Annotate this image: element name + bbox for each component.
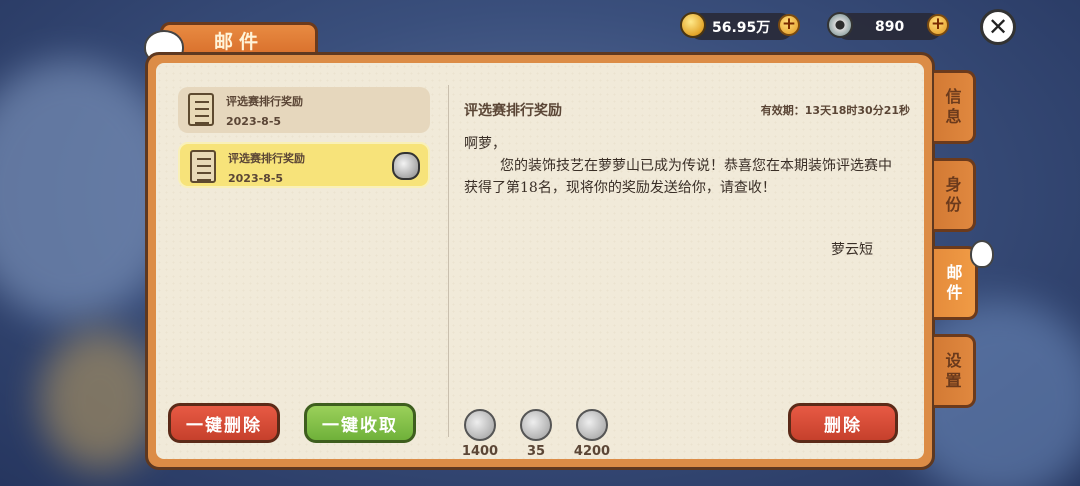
background-blob (40, 330, 160, 470)
radish-mascot-icon (970, 240, 994, 268)
mail-list-item[interactable]: 评选赛排行奖励 2023-8-5 (178, 87, 430, 133)
gold-counter: 56.95万 + (680, 12, 800, 40)
tab-info[interactable]: 信息 (934, 70, 976, 144)
mail-item-title: 评选赛排行奖励 (226, 95, 303, 108)
mail-content: 您的装饰技艺在萝萝山已成为传说！恭喜您在本期装饰评选赛中获得了第18名，现将你的… (464, 158, 892, 196)
reward-value: 1400 (461, 444, 499, 459)
add-gems-button[interactable]: + (927, 14, 949, 36)
tab-label: 身份 (945, 175, 962, 214)
delete-button[interactable]: 删除 (788, 403, 898, 443)
gem-icon (827, 12, 853, 38)
close-icon: ✕ (987, 13, 1009, 41)
add-gold-button[interactable]: + (778, 14, 800, 36)
star-coin-icon (576, 409, 608, 441)
mail-detail-title: 评选赛排行奖励 (464, 103, 562, 119)
tab-label: 信息 (945, 87, 962, 126)
reward-item: 1400 (450, 409, 510, 459)
gem-amount: 890 (875, 18, 905, 35)
mail-panel: 评选赛排行奖励 2023-8-5 评选赛排行奖励 2023-8-5 一键删除 一… (145, 52, 935, 470)
mail-expiry: 有效期：13天18时30分21秒 (760, 104, 910, 117)
mail-greeting: 啊萝， (464, 136, 506, 152)
letter-icon (188, 93, 214, 126)
reward-item: 35 (506, 409, 566, 459)
gold-coin-icon (680, 12, 706, 38)
coin-ring-icon (520, 409, 552, 441)
reward-value: 4200 (573, 444, 611, 459)
gem-counter: 890 + (827, 12, 949, 40)
collect-all-button[interactable]: 一键收取 (304, 403, 416, 443)
letter-icon (190, 150, 216, 183)
mail-item-date: 2023-8-5 (226, 115, 282, 128)
delete-all-button[interactable]: 一键删除 (168, 403, 280, 443)
tab-label: 邮件 (946, 263, 963, 302)
gold-amount: 56.95万 (712, 19, 771, 36)
tab-settings[interactable]: 设置 (934, 334, 976, 408)
mail-list-item-selected[interactable]: 评选赛排行奖励 2023-8-5 (178, 142, 430, 188)
column-divider (448, 85, 449, 437)
reward-item: 4200 (562, 409, 622, 459)
reward-bag-icon (392, 152, 420, 180)
reward-value: 35 (526, 444, 546, 459)
mail-body: 啊萝， 您的装饰技艺在萝萝山已成为传说！恭喜您在本期装饰评选赛中获得了第18名，… (464, 133, 904, 199)
tab-identity[interactable]: 身份 (934, 158, 976, 232)
close-button[interactable]: ✕ (980, 9, 1016, 45)
moon-icon (464, 409, 496, 441)
paper-background: 评选赛排行奖励 2023-8-5 评选赛排行奖励 2023-8-5 一键删除 一… (156, 63, 924, 459)
mail-signature: 萝云短 (831, 242, 873, 258)
tab-label: 设置 (945, 351, 962, 390)
